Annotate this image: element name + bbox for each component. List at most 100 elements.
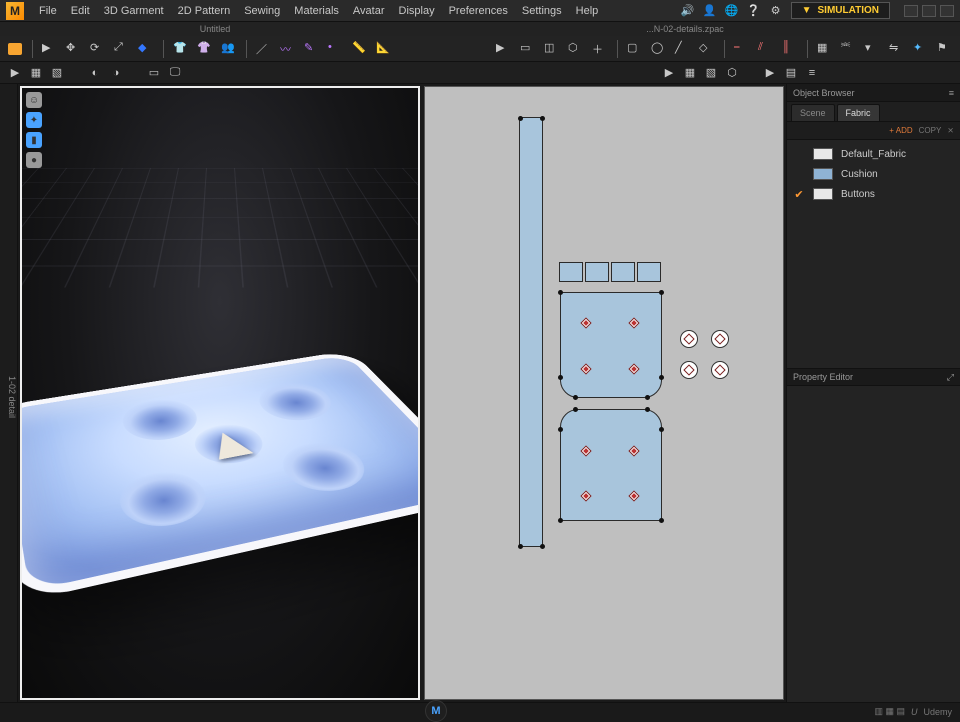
fold-icon[interactable]: ⎃ [838, 38, 860, 60]
fabric-row[interactable]: ✔ Buttons [787, 184, 960, 204]
free-sew-icon[interactable]: ⫽ [755, 38, 777, 60]
tab-scene[interactable]: Scene [791, 104, 835, 121]
pattern-tab[interactable] [559, 262, 583, 282]
avatar-head-icon[interactable]: ☺ [26, 92, 42, 108]
edit-point-icon[interactable]: ⬡ [565, 38, 587, 60]
viewport-2d[interactable] [424, 86, 784, 700]
menu-edit[interactable]: Edit [64, 0, 97, 22]
layer-icon[interactable]: ≡ [803, 64, 821, 82]
button-pattern[interactable] [711, 361, 729, 379]
add-point-icon[interactable]: ＋ [589, 38, 611, 60]
check-icon[interactable] [793, 148, 805, 160]
move-tool-icon[interactable]: ✥ [63, 38, 85, 60]
scale-tool-icon[interactable]: ⤢ [111, 38, 133, 60]
line-tool-icon[interactable]: ／ [253, 38, 275, 60]
menu-materials[interactable]: Materials [287, 0, 346, 22]
check-icon[interactable] [793, 168, 805, 180]
open-file-icon[interactable] [4, 38, 26, 60]
play-icon[interactable]: ▶ [493, 38, 515, 60]
seam-tool-icon[interactable]: ⎯ [731, 38, 753, 60]
notch-icon[interactable]: ▾ [862, 38, 884, 60]
avatar-show-icon[interactable]: 👥 [218, 38, 240, 60]
tab-fabric[interactable]: Fabric [837, 104, 880, 121]
pattern-top-panel[interactable] [560, 292, 662, 398]
toggle-b-icon[interactable]: ◑ [107, 64, 125, 82]
rotate-tool-icon[interactable]: ⟳ [87, 38, 109, 60]
curve-tool-icon[interactable]: 〰 [277, 38, 299, 60]
pattern-tab[interactable] [637, 262, 661, 282]
avatar-female-icon[interactable]: 👚 [194, 38, 216, 60]
avatar-hair-icon[interactable]: ✦ [26, 112, 42, 128]
rectangle-tool-icon[interactable]: ▢ [624, 38, 646, 60]
window-max-button[interactable] [922, 5, 936, 17]
menu-display[interactable]: Display [392, 0, 442, 22]
internal-line-icon[interactable]: ╱ [672, 38, 694, 60]
center-logo-icon[interactable]: M [425, 700, 447, 722]
measure-tool-icon[interactable]: 📐 [373, 38, 395, 60]
fabric-row[interactable]: Cushion [787, 164, 960, 184]
pattern-bottom-panel[interactable] [560, 409, 662, 521]
pattern-tab[interactable] [611, 262, 635, 282]
segment-sew-icon[interactable]: ║ [779, 38, 801, 60]
transform-pattern-icon[interactable]: ◫ [541, 38, 563, 60]
add-fabric-button[interactable]: + ADD [889, 126, 912, 135]
menu-2d-pattern[interactable]: 2D Pattern [171, 0, 238, 22]
snap-icon[interactable]: ⬡ [723, 64, 741, 82]
help-icon[interactable]: ❔ [747, 4, 761, 18]
menu-sewing[interactable]: Sewing [237, 0, 287, 22]
select-tool-icon[interactable]: ▶ [39, 38, 61, 60]
monitor-icon[interactable]: 🖵 [166, 64, 184, 82]
show-texture-icon[interactable]: ▧ [48, 64, 66, 82]
pen-tool-icon[interactable]: ✎ [301, 38, 323, 60]
globe-icon[interactable]: 🌐 [725, 4, 739, 18]
pattern-side-strip[interactable] [519, 117, 543, 547]
hatch-icon[interactable]: ▤ [782, 64, 800, 82]
texture-icon[interactable]: ✦ [910, 38, 932, 60]
panel-menu-icon[interactable]: ≡ [949, 88, 954, 98]
speaker-icon[interactable]: 🔊 [681, 4, 695, 18]
copy-fabric-button[interactable]: COPY [919, 126, 942, 135]
mesh-2d-icon[interactable]: ▧ [702, 64, 720, 82]
avatar-sphere-icon[interactable]: ● [26, 152, 42, 168]
grid-2d-icon[interactable]: ▦ [681, 64, 699, 82]
point-tool-icon[interactable]: • [325, 38, 347, 60]
simulation-button[interactable]: ▼SIMULATION [791, 2, 890, 19]
symmetry-icon[interactable]: ⇋ [886, 38, 908, 60]
menu-3d-garment[interactable]: 3D Garment [97, 0, 171, 22]
circle-tool-icon[interactable]: ◯ [648, 38, 670, 60]
avatar-body-icon[interactable]: ▮ [26, 132, 42, 148]
settings-gear-icon[interactable]: ⚙ [769, 4, 783, 18]
finalize-icon[interactable]: ⚑ [934, 38, 956, 60]
button-pattern[interactable] [680, 361, 698, 379]
cursor-2d-icon[interactable]: ▶ [660, 64, 678, 82]
edit-pattern-icon[interactable]: ▭ [517, 38, 539, 60]
viewport-layout-icon[interactable]: ▥ ▦ ▤ [874, 706, 905, 717]
viewport-3d[interactable]: ☺ ✦ ▮ ● [20, 86, 420, 700]
menu-help[interactable]: Help [569, 0, 606, 22]
window-close-button[interactable] [940, 5, 954, 17]
user-icon[interactable]: 👤 [703, 4, 717, 18]
menu-avatar[interactable]: Avatar [346, 0, 392, 22]
avatar-male-icon[interactable]: 👕 [170, 38, 192, 60]
show-mesh-icon[interactable]: ▦ [27, 64, 45, 82]
check-icon[interactable]: ✔ [793, 188, 805, 200]
panel-expand-icon[interactable]: ⤢ [947, 372, 954, 383]
menu-preferences[interactable]: Preferences [442, 0, 515, 22]
cursor-icon[interactable]: ▶ [6, 64, 24, 82]
cushion-3d-mesh[interactable] [20, 350, 420, 603]
menu-file[interactable]: File [32, 0, 64, 22]
dart-tool-icon[interactable]: ◇ [696, 38, 718, 60]
delete-fabric-button[interactable]: ⨯ [947, 126, 954, 135]
grid-icon[interactable]: ▦ [814, 38, 836, 60]
fabric-row[interactable]: Default_Fabric [787, 144, 960, 164]
tape-tool-icon[interactable]: 📏 [349, 38, 371, 60]
pattern-tab[interactable] [585, 262, 609, 282]
sync-icon[interactable]: ▶ [761, 64, 779, 82]
menu-settings[interactable]: Settings [515, 0, 569, 22]
button-pattern[interactable] [680, 330, 698, 348]
window-min-button[interactable] [904, 5, 918, 17]
render-mode-icon[interactable]: ▭ [145, 64, 163, 82]
toggle-a-icon[interactable]: ◐ [86, 64, 104, 82]
button-pattern[interactable] [711, 330, 729, 348]
gizmo-tool-icon[interactable]: ◆ [135, 38, 157, 60]
